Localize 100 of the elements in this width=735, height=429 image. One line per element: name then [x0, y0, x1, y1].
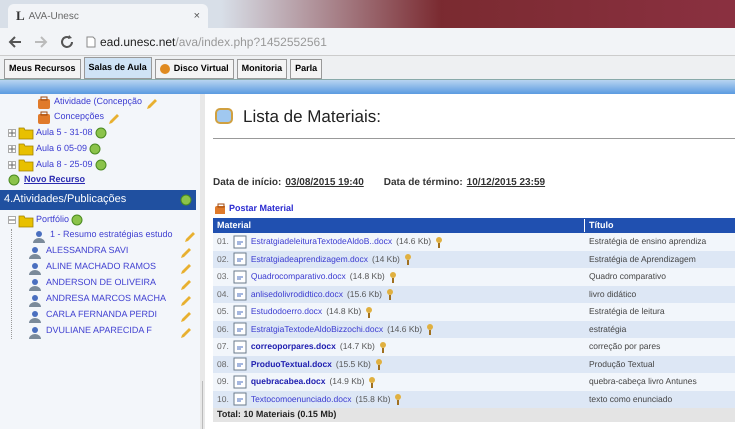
new-resource-link[interactable]: Novo Recurso: [24, 173, 86, 186]
row-number: 08.: [217, 358, 229, 371]
sidebar-link[interactable]: Concepções: [54, 110, 104, 124]
nav-tab[interactable]: Monitoria: [236, 59, 288, 79]
folder-link[interactable]: Aula 6 05-09: [36, 142, 88, 156]
file-size: (15.8 Kb): [355, 392, 390, 406]
end-date-value: 10/12/2015 23:59: [466, 176, 546, 190]
nav-tab[interactable]: Disco Virtual: [154, 59, 234, 79]
reload-icon: [60, 34, 74, 48]
post-material-link[interactable]: Postar Material: [229, 202, 294, 215]
document-icon: [232, 374, 247, 389]
pin-icon: [426, 323, 434, 336]
expander-icon[interactable]: [8, 216, 16, 224]
status-icon: [94, 126, 107, 138]
document-icon: [232, 304, 247, 319]
title-cell-text: correção por pares: [588, 340, 662, 354]
file-link[interactable]: Quadrocomparativo.docx: [250, 270, 346, 284]
student-link[interactable]: DVULIANE APARECIDA F: [46, 324, 176, 336]
file-link[interactable]: anlisedolivrodidtico.docx: [250, 288, 343, 301]
user-icon: [26, 308, 42, 322]
row-number: 03.: [217, 270, 229, 284]
title-cell-text: texto como enunciado: [588, 392, 674, 406]
sidebar-link[interactable]: Atividade (Concepção: [54, 95, 142, 109]
document-icon: [232, 357, 247, 372]
scroll-thumb[interactable]: [202, 381, 203, 429]
file-link[interactable]: Textocomoenunciado.docx: [250, 392, 352, 406]
file-size: (14 Kb): [372, 252, 400, 266]
document-icon: [232, 340, 247, 354]
file-link[interactable]: quebracabea.docx: [250, 375, 326, 388]
pin-icon: [394, 393, 402, 406]
file-link[interactable]: Estudodoerro.docx: [250, 305, 322, 318]
row-number: 07.: [217, 340, 229, 354]
student-link[interactable]: ALINE MACHADO RAMOS: [46, 260, 176, 272]
status-icon: [94, 158, 107, 170]
row-number: 05.: [217, 305, 229, 318]
expander-icon[interactable]: [8, 160, 16, 168]
status-icon: [180, 194, 192, 206]
column-header: Título: [588, 218, 614, 232]
browser-tab[interactable]: L AVA-Unesc ×: [8, 4, 208, 28]
document-icon: [232, 234, 247, 249]
end-date-label: Data de término:: [384, 176, 463, 190]
folder-icon: [18, 125, 34, 140]
document-icon: [232, 392, 247, 406]
nav-tab[interactable]: Parla: [290, 59, 322, 79]
row-number: 06.: [217, 322, 229, 336]
start-date-value: 03/08/2015 19:40: [285, 176, 364, 190]
folder-link[interactable]: Aula 8 - 25-09: [36, 158, 93, 172]
student-link[interactable]: CARLA FERNANDA PERDI: [46, 308, 176, 320]
url-text: ead.unesc.net/ava/index.php?1452552561: [100, 34, 327, 50]
page-icon: [86, 36, 96, 48]
bag-icon: [36, 110, 50, 124]
folder-link[interactable]: Aula 5 - 31-08: [36, 126, 93, 140]
nav-tab[interactable]: Salas de Aula: [84, 57, 152, 79]
file-size: (15.5 Kb): [336, 358, 371, 371]
title-cell-text: Estratégia de Aprendizagem: [588, 252, 697, 266]
user-icon: [26, 244, 42, 258]
bag-icon: [213, 202, 225, 214]
file-size: (14.6 Kb): [387, 322, 422, 336]
column-header: Material: [213, 218, 585, 232]
file-link[interactable]: correoporpares.docx: [250, 340, 336, 354]
user-icon: [26, 276, 42, 290]
section-title: 4.Atividades/Publicações: [4, 192, 126, 208]
nav-tab[interactable]: Meus Recursos: [4, 59, 81, 79]
user-icon: [26, 292, 42, 306]
title-cell-text: quebra-cabeça livro Antunes: [588, 375, 698, 388]
file-size: (14.6 Kb): [396, 235, 432, 248]
status-icon: [71, 214, 84, 226]
file-link[interactable]: Estratgiadeaprendizagem.docx: [250, 252, 368, 266]
title-cell-text: Quadro comparativo: [588, 270, 668, 284]
tab-title: AVA-Unesc: [28, 10, 80, 24]
document-icon: [232, 287, 247, 302]
row-number: 09.: [217, 375, 229, 388]
file-link[interactable]: ProduoTextual.docx: [250, 358, 332, 371]
status-icon: [8, 174, 20, 186]
folder-link[interactable]: Portfólio: [36, 213, 70, 227]
student-link[interactable]: 1 - Resumo estratégias estudo: [50, 228, 180, 240]
title-cell-text: livro didático: [588, 288, 638, 301]
file-link[interactable]: EstratgiadeleituraTextodeAldoB..docx: [250, 235, 392, 248]
title-cell-text: Estratégia de leitura: [588, 305, 666, 318]
student-link[interactable]: ALESSANDRA SAVI: [46, 244, 176, 256]
pin-icon: [365, 306, 374, 318]
pin-icon: [378, 340, 387, 353]
expander-icon[interactable]: [8, 128, 16, 136]
bag-icon: [36, 95, 50, 109]
title-cell-text: estratégia: [588, 322, 628, 336]
pin-icon: [435, 236, 444, 248]
document-icon: [232, 252, 247, 266]
close-button[interactable]: ×: [194, 8, 200, 24]
file-size: (14.8 Kb): [326, 305, 362, 318]
task-icon: [30, 228, 46, 242]
row-number: 04.: [217, 288, 229, 301]
file-link[interactable]: EstratgiaTextodeAldoBizzochi.docx: [250, 322, 384, 336]
file-size: (14.9 Kb): [329, 375, 364, 388]
file-size: (14.8 Kb): [350, 270, 385, 284]
student-link[interactable]: ANDRESA MARCOS MACHA: [46, 292, 176, 304]
student-link[interactable]: ANDERSON DE OLIVEIRA: [46, 276, 176, 288]
expander-icon[interactable]: [8, 144, 16, 152]
user-icon: [26, 324, 42, 338]
section-header[interactable]: 4.Atividades/Publicações: [0, 190, 196, 210]
folder-icon: [18, 141, 34, 156]
